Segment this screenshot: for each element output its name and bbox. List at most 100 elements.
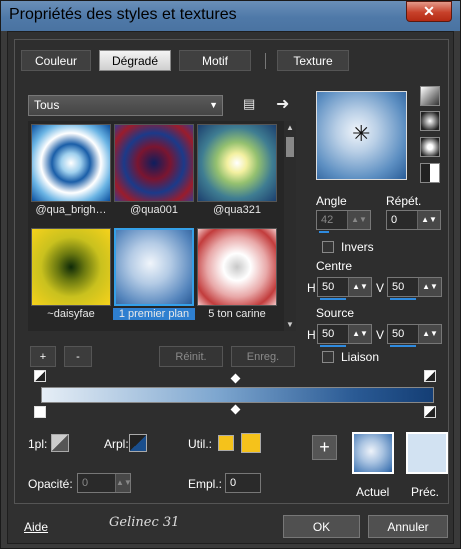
gradient-label: @qua001 xyxy=(130,204,178,216)
center-h-slider[interactable] xyxy=(320,298,346,300)
center-v-slider[interactable] xyxy=(390,298,416,300)
gradient-thumbnail[interactable] xyxy=(31,124,111,202)
spinner-arrows-icon[interactable]: ▲▼ xyxy=(418,325,441,343)
scroll-down-icon[interactable]: ▼ xyxy=(286,320,294,329)
gradient-label: @qua321 xyxy=(213,204,261,216)
used-swatch-large[interactable] xyxy=(241,433,261,453)
ok-button[interactable]: OK xyxy=(283,515,360,538)
angle-spinner[interactable]: 42 ▲▼ xyxy=(316,210,371,233)
category-value: Tous xyxy=(34,98,60,112)
tab-separator xyxy=(265,53,266,69)
signature-watermark: Gelinec 31 xyxy=(109,515,180,530)
gradient-label: ~daisyfae xyxy=(47,308,95,320)
source-h-spinner[interactable]: 50 ▲▼ xyxy=(317,324,372,347)
gradient-thumbnail[interactable] xyxy=(31,228,111,306)
gradient-label-selected: 1 premier plan xyxy=(113,308,195,320)
tab-couleur[interactable]: Couleur xyxy=(21,50,91,71)
angle-slider[interactable] xyxy=(319,231,329,233)
current-gradient-swatch[interactable] xyxy=(352,432,394,474)
location-value: 0 xyxy=(230,477,237,489)
current-label: Actuel xyxy=(356,485,390,499)
previous-label: Préc. xyxy=(411,485,440,499)
gradient-thumbnail[interactable] xyxy=(197,124,277,202)
help-link[interactable]: Aide xyxy=(24,520,48,534)
source-h-value: 50 xyxy=(322,328,335,340)
spinner-arrows-icon[interactable]: ▲▼ xyxy=(418,278,441,296)
scroll-thumb[interactable] xyxy=(286,137,294,157)
source-v-label: V xyxy=(376,328,385,342)
spinner-arrows-icon[interactable]: ▲▼ xyxy=(417,211,440,229)
center-v-value: 50 xyxy=(392,281,405,293)
spinner-arrows-icon[interactable]: ▲▼ xyxy=(348,278,371,296)
location-field[interactable]: 0 xyxy=(225,473,261,493)
arrow-plan-label: Arpl: xyxy=(104,437,129,451)
first-plan-swatch[interactable] xyxy=(51,434,69,452)
start-stop-icon[interactable] xyxy=(34,370,46,382)
chevron-down-icon: ▼ xyxy=(209,100,218,110)
center-h-value: 50 xyxy=(322,281,335,293)
gradient-bar[interactable] xyxy=(41,387,434,403)
window-title: Propriétés des styles et textures xyxy=(9,6,237,23)
rectangular-style-icon[interactable] xyxy=(420,111,440,131)
used-swatch-small[interactable] xyxy=(218,435,234,451)
tab-texture[interactable]: Texture xyxy=(277,50,349,71)
opacity-label: Opacité: xyxy=(28,477,73,491)
category-select[interactable]: Tous ▼ xyxy=(28,95,223,116)
cancel-button[interactable]: Annuler xyxy=(368,515,448,538)
linear-style-icon[interactable] xyxy=(420,86,440,106)
spinner-arrows-icon[interactable]: ▲▼ xyxy=(115,474,132,492)
angle-label: Angle xyxy=(316,194,347,208)
opacity-spinner[interactable]: 0 ▲▼ xyxy=(77,473,132,493)
close-button[interactable]: ✕ xyxy=(406,1,452,22)
link-label: Liaison xyxy=(341,350,380,364)
add-gradient-button[interactable]: + xyxy=(30,346,56,367)
add-current-button[interactable]: + xyxy=(312,435,337,460)
document-icon[interactable]: ▤ xyxy=(243,96,255,112)
source-label: Source xyxy=(316,306,355,320)
invert-label: Invers xyxy=(341,240,374,254)
used-label: Util.: xyxy=(188,437,212,451)
sunburst-style-icon[interactable] xyxy=(420,163,440,183)
center-h-label: H xyxy=(307,281,316,295)
gradient-thumbnail-selected[interactable] xyxy=(114,228,194,306)
gradient-gallery: @qua_brigh… @qua001 @qua321 ~daisyfae 1 … xyxy=(28,121,296,331)
tab-degrade[interactable]: Dégradé xyxy=(99,50,171,71)
center-v-label: V xyxy=(376,281,385,295)
scroll-up-icon[interactable]: ▲ xyxy=(286,123,294,132)
repeat-spinner[interactable]: 0 ▲▼ xyxy=(386,210,441,230)
arrow-plan-swatch[interactable] xyxy=(129,434,147,452)
color-stop-start[interactable] xyxy=(34,406,46,418)
gallery-scrollbar[interactable]: ▲ ▼ xyxy=(284,121,296,331)
tab-motif[interactable]: Motif xyxy=(179,50,251,71)
arrow-right-icon[interactable]: ➜ xyxy=(276,94,289,114)
spinner-arrows-icon[interactable]: ▲▼ xyxy=(348,325,371,343)
source-v-slider[interactable] xyxy=(390,345,416,347)
gradient-thumbnail[interactable] xyxy=(114,124,194,202)
save-button[interactable]: Enreg. xyxy=(231,346,295,367)
source-v-value: 50 xyxy=(392,328,405,340)
end-stop-icon[interactable] xyxy=(424,370,436,382)
reset-button[interactable]: Réinit. xyxy=(159,346,223,367)
source-v-spinner[interactable]: 50 ▲▼ xyxy=(387,324,442,347)
invert-checkbox[interactable] xyxy=(322,241,334,253)
link-checkbox[interactable] xyxy=(322,351,334,363)
center-v-spinner[interactable]: 50 ▲▼ xyxy=(387,277,442,300)
gradient-thumbnail[interactable] xyxy=(197,228,277,306)
location-label: Empl.: xyxy=(188,477,223,491)
center-marker-icon[interactable]: ✳ xyxy=(352,122,370,146)
color-stop-end[interactable] xyxy=(424,406,436,418)
angle-value: 42 xyxy=(321,214,334,226)
radial-style-icon[interactable] xyxy=(420,137,440,157)
previous-swatch[interactable] xyxy=(406,432,448,474)
gradient-preview[interactable]: ✳ xyxy=(316,91,407,180)
dialog-window: Propriétés des styles et textures ✕ Coul… xyxy=(0,0,461,549)
gradient-label: @qua_brigh… xyxy=(35,204,107,216)
gradient-label: 5 ton carine xyxy=(208,308,266,320)
source-h-slider[interactable] xyxy=(320,345,346,347)
source-h-label: H xyxy=(307,328,316,342)
center-h-spinner[interactable]: 50 ▲▼ xyxy=(317,277,372,300)
remove-gradient-button[interactable]: - xyxy=(64,346,92,367)
title-bar[interactable]: Propriétés des styles et textures ✕ xyxy=(1,1,460,31)
spinner-arrows-icon[interactable]: ▲▼ xyxy=(347,211,370,229)
opacity-value: 0 xyxy=(82,477,89,489)
